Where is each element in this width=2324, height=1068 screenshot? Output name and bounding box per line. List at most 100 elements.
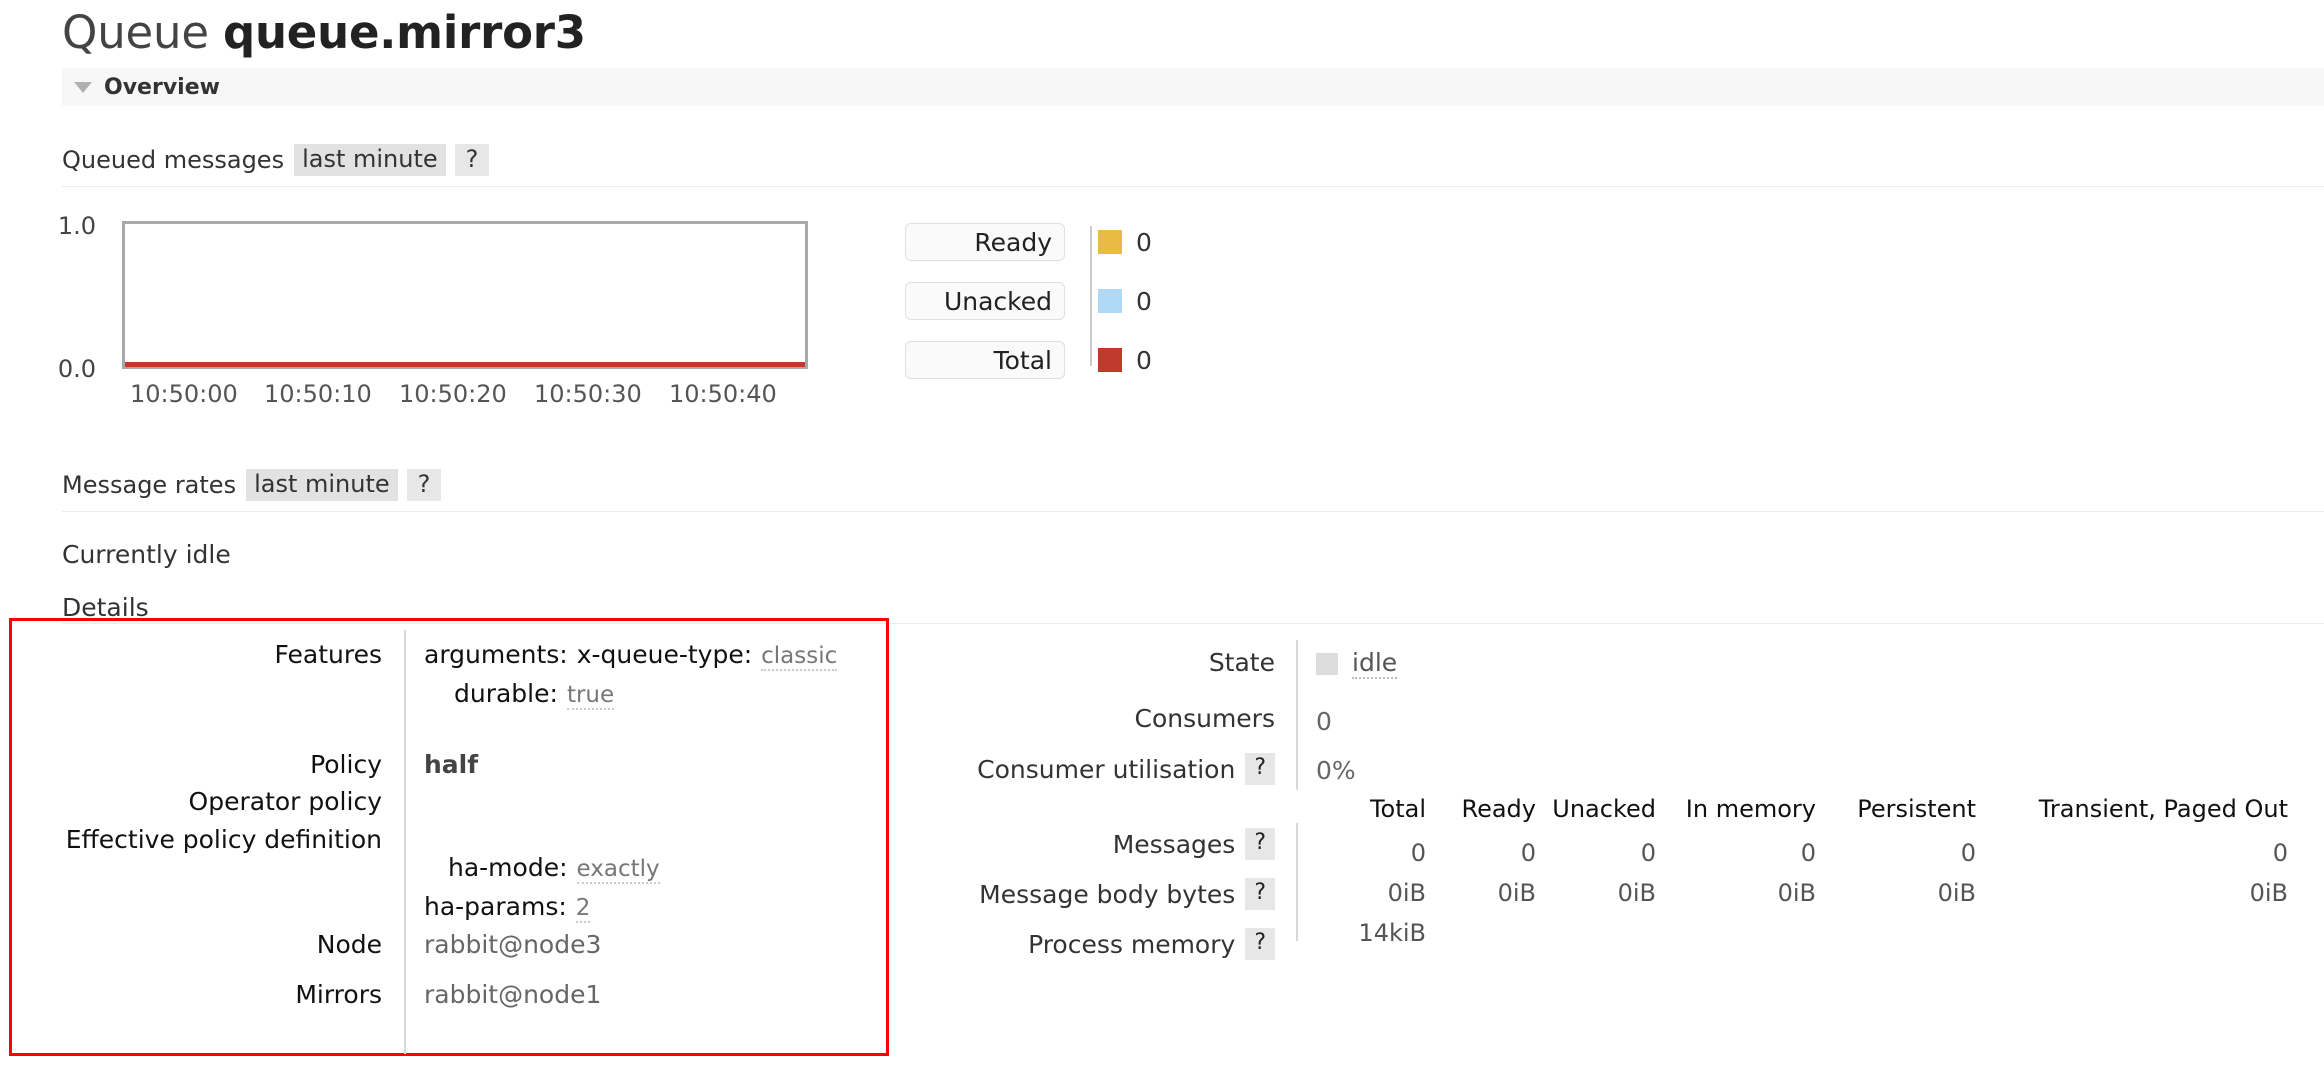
process-memory-unacked xyxy=(1536,913,1656,953)
detail-key-consumer-utilisation-wrap: Consumer utilisation ? xyxy=(900,753,1275,785)
page-title-prefix: Queue xyxy=(62,6,209,59)
legend-value-unacked: 0 xyxy=(1136,286,1152,316)
queued-messages-period-chip[interactable]: last minute xyxy=(294,144,446,176)
detail-key-process-memory-wrap: Process memory ? xyxy=(900,928,1275,960)
feature-durable-value: true xyxy=(566,682,615,710)
policy-ha-mode-value: exactly xyxy=(576,856,660,884)
stats-col-ready: Ready xyxy=(1461,795,1536,823)
detail-row-policy: Policy xyxy=(40,750,400,779)
queued-messages-heading: Queued messages last minute ? xyxy=(62,144,490,176)
messages-in-memory: 0 xyxy=(1800,839,1816,867)
detail-key-policy: Policy xyxy=(310,750,382,779)
legend-row-unacked: Unacked 0 xyxy=(905,281,1152,321)
legend-row-ready: Ready 0 xyxy=(905,222,1152,262)
table-row: 14kiB xyxy=(1316,913,2288,953)
body-bytes-persistent: 0iB xyxy=(1937,879,1976,907)
x-axis-tick-2: 10:50:20 xyxy=(399,380,507,408)
legend-row-total: Total 0 xyxy=(905,340,1152,380)
features-values: arguments: x-queue-type: classic durable… xyxy=(424,640,869,710)
body-bytes-in-memory: 0iB xyxy=(1777,879,1816,907)
details-right-divider-top xyxy=(1296,640,1298,790)
status-badge: idle xyxy=(1316,648,1398,679)
messages-persistent: 0 xyxy=(1960,839,1976,867)
legend-button-unacked[interactable]: Unacked xyxy=(905,282,1065,320)
stats-col-total: Total xyxy=(1369,795,1426,823)
messages-total: 0 xyxy=(1410,839,1426,867)
queued-messages-help-icon[interactable]: ? xyxy=(454,144,490,176)
y-axis-tick-bottom: 0.0 xyxy=(57,355,96,383)
message-rates-help-icon[interactable]: ? xyxy=(406,469,442,501)
policy-ha-params-value: 2 xyxy=(575,895,591,923)
legend-divider xyxy=(1090,226,1092,366)
legend-swatch-ready xyxy=(1098,230,1122,254)
stats-col-persistent: Persistent xyxy=(1857,795,1976,823)
detail-value-consumers: 0 xyxy=(1316,707,1332,736)
state-indicator-icon xyxy=(1316,652,1338,675)
detail-key-operator-policy: Operator policy xyxy=(188,787,382,816)
stats-col-transient-paged-out: Transient, Paged Out xyxy=(2038,795,2288,823)
detail-row-mirrors: Mirrors xyxy=(40,980,400,1009)
messages-transient-paged-out: 0 xyxy=(2272,839,2288,867)
detail-key-messages: Messages xyxy=(1112,829,1236,859)
message-rates-heading: Message rates last minute ? xyxy=(62,469,442,501)
messages-help-icon[interactable]: ? xyxy=(1245,828,1275,860)
body-bytes-ready: 0iB xyxy=(1497,879,1536,907)
process-memory-total: 14kiB xyxy=(1358,919,1426,947)
y-axis-tick-top: 1.0 xyxy=(57,212,96,240)
detail-value-consumer-utilisation: 0% xyxy=(1316,756,1356,785)
caret-down-icon[interactable] xyxy=(74,81,92,93)
x-axis-tick-4: 10:50:40 xyxy=(669,380,777,408)
policy-ha-mode-key: ha-mode: xyxy=(448,853,568,882)
body-bytes-total: 0iB xyxy=(1387,879,1426,907)
messages-unacked: 0 xyxy=(1640,839,1656,867)
policy-value-wrap: half xyxy=(424,750,478,779)
process-memory-transient-paged-out xyxy=(1976,913,2288,953)
feature-arguments-key: arguments: xyxy=(424,640,568,669)
detail-key-message-body-bytes-wrap: Message body bytes ? xyxy=(900,878,1275,910)
policy-ha-params-key: ha-params: xyxy=(424,892,567,921)
message-rates-label: Message rates xyxy=(62,471,237,499)
body-bytes-unacked: 0iB xyxy=(1617,879,1656,907)
detail-key-message-body-bytes: Message body bytes xyxy=(979,879,1236,909)
message-rates-divider xyxy=(62,511,2324,512)
legend-button-ready[interactable]: Ready xyxy=(905,223,1065,261)
detail-value-mirrors: rabbit@node1 xyxy=(424,980,602,1009)
message-rates-period-chip[interactable]: last minute xyxy=(246,469,398,501)
x-axis-tick-0: 10:50:00 xyxy=(130,380,238,408)
detail-key-state: State xyxy=(1208,648,1275,677)
detail-value-node: rabbit@node3 xyxy=(424,930,602,959)
chart-total-series-line xyxy=(125,362,805,367)
details-right-divider-bottom xyxy=(1296,823,1298,941)
page-title: Queue queue.mirror3 xyxy=(62,6,586,59)
detail-key-mirrors: Mirrors xyxy=(295,980,382,1009)
detail-value-policy[interactable]: half xyxy=(424,750,478,779)
detail-row-operator-policy: Operator policy xyxy=(40,787,400,816)
chart-plot-area xyxy=(122,221,808,369)
legend-button-total[interactable]: Total xyxy=(905,341,1065,379)
feature-x-queue-type-key: x-queue-type: xyxy=(576,640,753,669)
detail-key-consumer-utilisation: Consumer utilisation xyxy=(977,754,1236,784)
queued-messages-divider xyxy=(62,186,2324,187)
detail-key-consumers: Consumers xyxy=(1134,704,1275,733)
overview-section-header[interactable]: Overview xyxy=(62,68,2324,106)
detail-row-features: Features xyxy=(40,640,400,669)
consumer-utilisation-help-icon[interactable]: ? xyxy=(1245,753,1275,785)
body-bytes-transient-paged-out: 0iB xyxy=(2249,879,2288,907)
overview-section-label: Overview xyxy=(104,74,220,100)
details-left-divider xyxy=(404,630,406,1054)
state-value: idle xyxy=(1352,648,1398,679)
queue-name: queue.mirror3 xyxy=(222,6,586,59)
detail-row-node: Node xyxy=(40,930,400,959)
x-axis-tick-3: 10:50:30 xyxy=(534,380,642,408)
detail-key-features: Features xyxy=(274,640,383,669)
detail-key-process-memory: Process memory xyxy=(1028,929,1236,959)
messages-ready: 0 xyxy=(1520,839,1536,867)
chart-legend: Ready 0 Unacked 0 Total 0 xyxy=(905,222,1152,399)
process-memory-ready xyxy=(1426,913,1536,953)
process-memory-help-icon[interactable]: ? xyxy=(1245,928,1275,960)
legend-value-ready: 0 xyxy=(1136,227,1152,257)
details-label: Details xyxy=(62,593,149,622)
message-body-bytes-help-icon[interactable]: ? xyxy=(1245,878,1275,910)
legend-swatch-total xyxy=(1098,348,1122,372)
detail-key-node: Node xyxy=(316,930,382,959)
